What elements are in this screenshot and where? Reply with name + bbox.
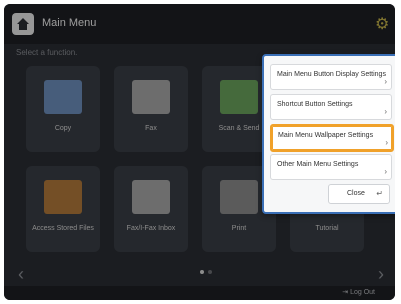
settings-popup: Main Menu Button Display Settings › Shor… (262, 54, 395, 214)
menu-item-label: Other Main Menu Settings (277, 161, 359, 168)
shortcut-button-settings[interactable]: Shortcut Button Settings › (270, 94, 392, 120)
chevron-icon: › (384, 107, 387, 116)
chevron-icon: › (385, 138, 388, 147)
close-label: Close (347, 190, 365, 197)
chevron-icon: › (384, 167, 387, 176)
chevron-icon: › (384, 77, 387, 86)
return-icon: ↵ (376, 189, 383, 198)
close-button[interactable]: Close ↵ (328, 184, 390, 204)
main-menu-wallpaper-settings[interactable]: Main Menu Wallpaper Settings › (270, 124, 394, 152)
menu-item-label: Shortcut Button Settings (277, 101, 353, 108)
menu-item-label: Main Menu Wallpaper Settings (278, 132, 374, 139)
menu-item-label: Main Menu Button Display Settings (277, 71, 386, 78)
main-menu-button-display-settings[interactable]: Main Menu Button Display Settings › (270, 64, 392, 90)
main-menu-screen: Main Menu ⚙ Select a function. Copy Fax … (4, 4, 395, 300)
other-main-menu-settings[interactable]: Other Main Menu Settings › (270, 154, 392, 180)
